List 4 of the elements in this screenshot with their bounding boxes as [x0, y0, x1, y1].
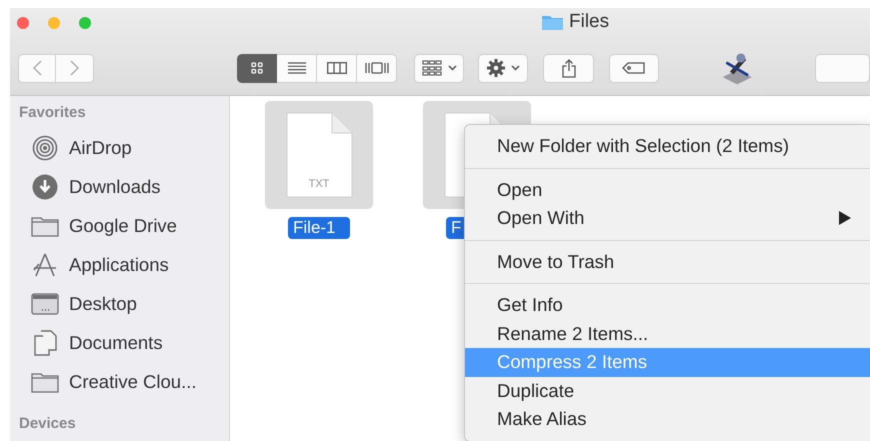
- window-title: Files: [569, 11, 610, 33]
- file-type-label: TXT: [308, 178, 330, 190]
- sidebar-heading: Devices: [19, 415, 76, 432]
- sidebar-heading: Favorites: [19, 104, 86, 121]
